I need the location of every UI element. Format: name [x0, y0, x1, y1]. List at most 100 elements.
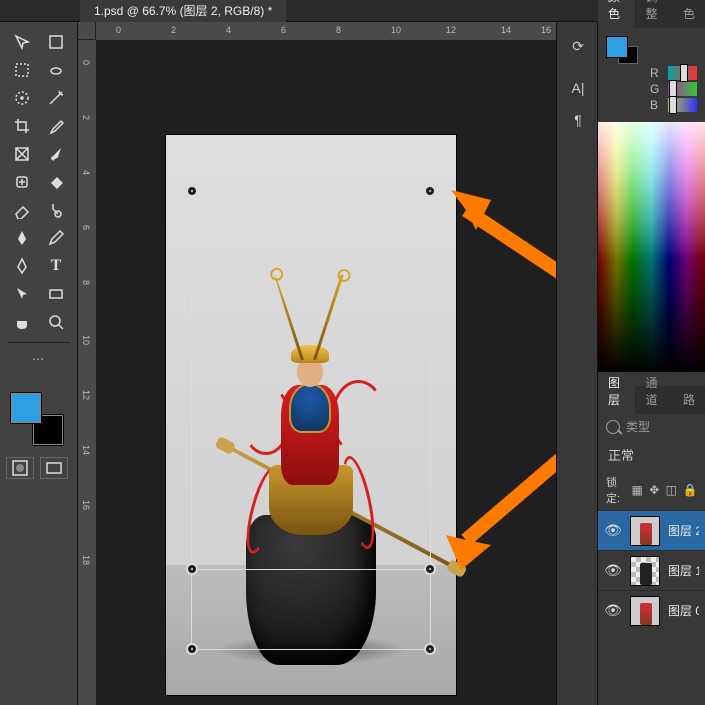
- channel-label-r: R: [650, 66, 662, 80]
- mini-fg-swatch[interactable]: [606, 36, 628, 58]
- collapsed-panels-strip: ⟳ A| ¶: [556, 22, 598, 705]
- ruler-tick: 2: [81, 115, 91, 120]
- character-panel-icon[interactable]: A|: [557, 74, 599, 102]
- ruler-tick: 10: [81, 335, 91, 345]
- ruler-tick: 6: [281, 25, 286, 35]
- eraser-tool[interactable]: [6, 198, 38, 222]
- quick-select-tool[interactable]: [6, 86, 38, 110]
- slider-g[interactable]: [668, 82, 697, 96]
- type-tool[interactable]: T: [40, 254, 72, 278]
- blend-mode-select[interactable]: 正常: [598, 439, 705, 470]
- layer-name[interactable]: 图层 0: [668, 602, 699, 619]
- ruler-tick: 4: [226, 25, 231, 35]
- tools-divider: [8, 342, 70, 343]
- pen-curvature-tool[interactable]: [6, 254, 38, 278]
- layer-row[interactable]: 👁 图层 0: [598, 590, 705, 630]
- tab-swatches[interactable]: 色: [673, 0, 705, 28]
- ruler-tick: 0: [116, 25, 121, 35]
- paragraph-panel-icon[interactable]: ¶: [557, 106, 599, 134]
- layer-thumb[interactable]: [630, 596, 660, 626]
- ruler-tick: 2: [171, 25, 176, 35]
- artboard-tool[interactable]: [40, 30, 72, 54]
- lock-position-icon[interactable]: ✥: [649, 483, 660, 497]
- pencil-tool[interactable]: [40, 226, 72, 250]
- layer-name[interactable]: 图层 1: [668, 562, 699, 579]
- crop-tool[interactable]: [6, 114, 38, 138]
- more-tools-icon[interactable]: ⋯: [32, 352, 44, 366]
- paint-bucket-tool[interactable]: [40, 170, 72, 194]
- tab-adjust[interactable]: 调整: [635, 0, 672, 28]
- lock-all-icon[interactable]: 🔒: [683, 483, 697, 497]
- zoom-tool[interactable]: [40, 310, 72, 334]
- slider-b[interactable]: [668, 98, 697, 112]
- quickmask-standard[interactable]: [6, 457, 34, 479]
- mini-swatches[interactable]: [606, 36, 640, 64]
- color-spectrum[interactable]: [598, 122, 705, 372]
- lasso-tool[interactable]: [40, 58, 72, 82]
- document-viewport: 0 2 4 6 8 10 12 14 16 0 2 4 6 8 10 12 14…: [78, 22, 556, 705]
- slider-r[interactable]: [668, 66, 697, 80]
- layer-lock-row: 锁定: ▦ ✥ ◫ 🔒: [598, 470, 705, 510]
- ruler-tick: 16: [541, 25, 551, 35]
- ruler-tick: 8: [81, 280, 91, 285]
- ruler-vertical[interactable]: 0 2 4 6 8 10 12 14 16 18: [78, 40, 96, 705]
- layer-row[interactable]: 👁 图层 2: [598, 510, 705, 550]
- transform-box-inner[interactable]: [191, 190, 431, 570]
- layer-row[interactable]: 👁 图层 1: [598, 550, 705, 590]
- layer-filter-type[interactable]: 类型: [626, 418, 650, 435]
- channel-label-b: B: [650, 98, 662, 112]
- move-tool[interactable]: [6, 30, 38, 54]
- transform-handle[interactable]: [186, 563, 198, 575]
- layers-panel-tabs: 图层 通道 路: [598, 386, 705, 414]
- ruler-tick: 10: [391, 25, 401, 35]
- slider-knob[interactable]: [680, 64, 688, 82]
- pen-tool[interactable]: [6, 226, 38, 250]
- visibility-eye-icon[interactable]: 👁: [604, 522, 622, 539]
- history-panel-icon[interactable]: ⟳: [557, 32, 599, 60]
- tab-color[interactable]: 颜色: [598, 0, 635, 28]
- visibility-eye-icon[interactable]: 👁: [604, 562, 622, 579]
- layer-name[interactable]: 图层 2: [668, 522, 699, 539]
- lock-pixels-icon[interactable]: ▦: [631, 483, 642, 497]
- fg-color-swatch[interactable]: [10, 392, 42, 424]
- ruler-tick: 14: [501, 25, 511, 35]
- color-panel-tabs: 颜色 调整 色: [598, 0, 705, 28]
- frame-tool[interactable]: [6, 142, 38, 166]
- canvas-stage[interactable]: [96, 40, 556, 705]
- transform-handle[interactable]: [186, 185, 198, 197]
- slider-knob[interactable]: [669, 96, 677, 114]
- transform-handle[interactable]: [424, 643, 436, 655]
- tab-paths[interactable]: 路: [673, 385, 705, 414]
- spot-heal-tool[interactable]: [6, 170, 38, 194]
- transform-handle[interactable]: [424, 185, 436, 197]
- color-swatches[interactable]: [10, 392, 68, 442]
- tab-layers[interactable]: 图层: [598, 368, 635, 414]
- magic-wand-tool[interactable]: [40, 86, 72, 110]
- visibility-eye-icon[interactable]: 👁: [604, 602, 622, 619]
- layer-filter-row[interactable]: 类型: [598, 414, 705, 439]
- layer-thumb[interactable]: [630, 516, 660, 546]
- history-brush-tool[interactable]: [40, 198, 72, 222]
- ruler-origin[interactable]: [78, 22, 96, 40]
- shape-tool[interactable]: [40, 282, 72, 306]
- transform-handle[interactable]: [424, 563, 436, 575]
- color-panel-body: R G B: [598, 28, 705, 112]
- path-select-tool[interactable]: [6, 282, 38, 306]
- marquee-tool[interactable]: [6, 58, 38, 82]
- ruler-horizontal[interactable]: 0 2 4 6 8 10 12 14 16: [96, 22, 556, 40]
- tools-panel: T ⋯: [0, 22, 78, 705]
- ruler-tick: 14: [81, 445, 91, 455]
- brush-tool[interactable]: [40, 142, 72, 166]
- ruler-tick: 0: [81, 60, 91, 65]
- tab-channels[interactable]: 通道: [635, 368, 672, 414]
- screenmode-toggle[interactable]: [40, 457, 68, 479]
- eyedropper-tool[interactable]: [40, 114, 72, 138]
- document-tab[interactable]: 1.psd @ 66.7% (图层 2, RGB/8) *: [80, 0, 286, 22]
- channel-label-g: G: [650, 82, 662, 96]
- hand-tool[interactable]: [6, 310, 38, 334]
- right-panels: 颜色 调整 色 R G B 图层 通道 路 类型 正常 锁定:: [598, 0, 705, 705]
- transform-handle[interactable]: [186, 643, 198, 655]
- ruler-tick: 12: [81, 390, 91, 400]
- lock-artboard-icon[interactable]: ◫: [666, 483, 677, 497]
- layer-thumb[interactable]: [630, 556, 660, 586]
